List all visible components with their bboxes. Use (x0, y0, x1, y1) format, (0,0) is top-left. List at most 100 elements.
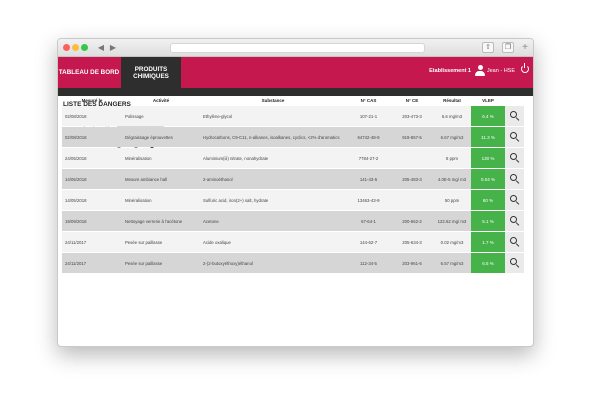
col-cas[interactable]: N° CAS (346, 96, 391, 105)
cell-date: 24/11/2017 (62, 232, 122, 252)
cell-activite: Pesée sur paillasse (122, 253, 200, 273)
table-row[interactable]: 19/09/2018 Nettoyage verrerie à l'acétone… (62, 211, 524, 231)
table-row[interactable]: 24/05/2018 Minéralisation Aluminium(iii) n… (62, 148, 524, 168)
cell-vlep: 5.1 % (471, 211, 505, 231)
tab-produits-chimiques[interactable]: PRODUITS CHIMIQUES (121, 57, 181, 88)
cell-cas: 144-62-7 (346, 232, 391, 252)
cell-activite: Minéralisation (122, 190, 200, 210)
logout-power-icon[interactable] (521, 63, 529, 73)
view-details-button[interactable] (505, 190, 524, 210)
magnifier-icon[interactable] (510, 237, 519, 246)
cell-substance: Acetone (200, 211, 346, 231)
view-details-button[interactable] (505, 106, 524, 126)
cell-substance: Hydrocarbons, C9-C11, n-alkanes, isoalka… (200, 127, 346, 147)
cell-ce: 200-662-2 (391, 211, 433, 231)
tabs-overview-icon[interactable]: ❐ (502, 42, 514, 53)
magnifier-icon[interactable] (510, 216, 519, 225)
cell-vlep: 11.3 % (471, 127, 505, 147)
cell-vlep: 130 % (471, 148, 505, 168)
user-name[interactable]: Jean - HSE (487, 68, 515, 74)
magnifier-icon[interactable] (510, 132, 519, 141)
close-window-button[interactable] (63, 44, 70, 51)
forward-arrow-icon[interactable]: ▶ (108, 43, 118, 53)
cell-vlep: 1.7 % (471, 232, 505, 252)
magnifier-icon[interactable] (510, 153, 519, 162)
magnifier-icon[interactable] (510, 258, 519, 267)
cell-cas: 107-21-1 (346, 106, 391, 126)
cell-vlep: 0.04 % (471, 169, 505, 189)
col-mesure-le[interactable]: Mesuré le (62, 96, 122, 105)
cell-ce: 205-634-3 (391, 232, 433, 252)
cell-substance: Acide oxalique (200, 232, 346, 252)
cell-substance: Ethylène-glycol (200, 106, 346, 126)
minimize-window-button[interactable] (72, 44, 79, 51)
cell-ce: 205-483-3 (391, 169, 433, 189)
view-details-button[interactable] (505, 127, 524, 147)
table-row[interactable]: 14/05/2018 Mesure ambiance hall 2-aminoéth… (62, 169, 524, 189)
view-details-button[interactable] (505, 169, 524, 189)
cell-resultat: 0.02 mg/m3 (433, 232, 471, 252)
magnifier-icon[interactable] (510, 195, 519, 204)
view-details-button[interactable] (505, 211, 524, 231)
table-row[interactable]: 14/05/2018 Minéralisation Sulfuric acid, i… (62, 190, 524, 210)
cell-activite: Minéralisation (122, 148, 200, 168)
cell-date: 02/08/2018 (62, 127, 122, 147)
cell-substance: Sulfuric acid, iron(2+) salt, hydrate (200, 190, 346, 210)
view-details-button[interactable] (505, 148, 524, 168)
new-tab-icon[interactable]: + (519, 42, 531, 54)
table-row[interactable]: 24/11/2017 Pesée sur paillasse Acide oxali… (62, 232, 524, 252)
cell-cas: 13463-43-9 (346, 190, 391, 210)
col-vlep[interactable]: VLEP (471, 96, 505, 105)
cell-resultat: 122.62 mg/ m3 (433, 211, 471, 231)
maximize-window-button[interactable] (81, 44, 88, 51)
cell-cas: 7784-27-2 (346, 148, 391, 168)
cell-date: 24/11/2017 (62, 253, 122, 273)
cell-date: 19/09/2018 (62, 211, 122, 231)
table-row[interactable]: 24/11/2017 Pesée sur paillasse 2-(2-butoxy… (62, 253, 524, 273)
col-ce[interactable]: N° CE (391, 96, 433, 105)
etablissement-selector[interactable]: Etablissement 1 (429, 68, 471, 74)
magnifier-icon[interactable] (510, 111, 519, 120)
cell-vlep: 6.5 % (471, 253, 505, 273)
cell-cas: 67-64-1 (346, 211, 391, 231)
cell-ce (391, 148, 433, 168)
cell-resultat: 6.67 mg/m3 (433, 127, 471, 147)
cell-date: 14/05/2018 (62, 169, 122, 189)
cell-date: 02/08/2018 (62, 106, 122, 126)
cell-date: 14/05/2018 (62, 190, 122, 210)
cell-activite: Polissage (122, 106, 200, 126)
col-activite[interactable]: Activité (122, 96, 200, 105)
magnifier-icon[interactable] (510, 174, 519, 183)
table-row[interactable]: 02/08/2018 Polissage Ethylène-glycol 107-21… (62, 106, 524, 126)
cell-cas: 64742-48-9 (346, 127, 391, 147)
cell-activite: Pesée sur paillasse (122, 232, 200, 252)
app-header: TABLEAU DE BORD PRODUITS CHIMIQUES Etabl… (58, 57, 533, 88)
cell-activite: Dégraissage éprouvettes (122, 127, 200, 147)
cell-ce: 919-857-5 (391, 127, 433, 147)
browser-titlebar: ◀ ▶ ⇧ ❐ + (58, 39, 533, 57)
cell-date: 24/05/2018 (62, 148, 122, 168)
col-resultat[interactable]: Résultat (433, 96, 471, 105)
cell-ce: 203-473-3 (391, 106, 433, 126)
col-action (505, 96, 524, 105)
dangers-table: Mesuré le Activité Substance N° CAS N° C… (62, 95, 524, 274)
cell-ce: 203-961-6 (391, 253, 433, 273)
cell-resultat: 6.57 mg/m3 (433, 253, 471, 273)
cell-substance: 2-aminoéthanol (200, 169, 346, 189)
view-details-button[interactable] (505, 232, 524, 252)
share-icon[interactable]: ⇧ (482, 42, 494, 53)
address-bar[interactable] (170, 43, 425, 53)
view-details-button[interactable] (505, 253, 524, 273)
cell-vlep: 80 % (471, 190, 505, 210)
tab-tableau-de-bord[interactable]: TABLEAU DE BORD (58, 57, 120, 88)
table-row[interactable]: 02/08/2018 Dégraissage éprouvettes Hydroca… (62, 127, 524, 147)
cell-activite: Mesure ambiance hall (122, 169, 200, 189)
cell-ce (391, 190, 433, 210)
cell-activite: Nettoyage verrerie à l'acétone (122, 211, 200, 231)
back-arrow-icon[interactable]: ◀ (96, 43, 106, 53)
cell-cas: 112-34-5 (346, 253, 391, 273)
col-substance[interactable]: Substance (200, 96, 346, 105)
user-icon (475, 65, 485, 77)
cell-resultat: 6.6 mg/m3 (433, 106, 471, 126)
cell-resultat: 50 ppm (433, 190, 471, 210)
